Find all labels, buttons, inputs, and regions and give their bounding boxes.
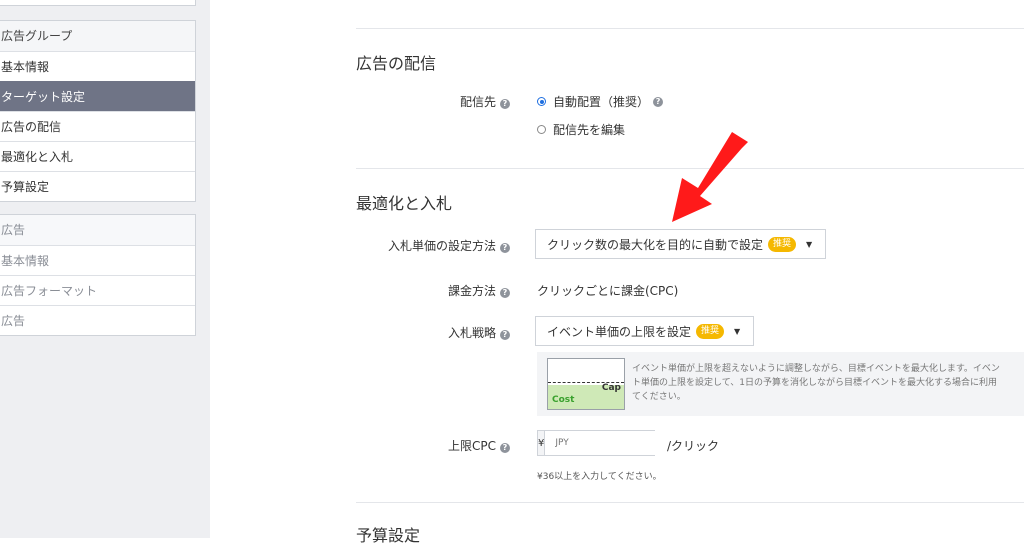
cpc-suffix: /クリック (667, 439, 720, 453)
description-line: ト単価の上限を設定して、1日の予算を消化しながら目標イベントを最大化する場合に利… (632, 378, 998, 388)
bid-strategy-label-text: 入札戦略 (447, 326, 496, 340)
cap-cpc-input-group: ¥ (537, 430, 678, 456)
section-title-optimization: 最適化と入札 (356, 194, 453, 213)
description-line: イベント単価が上限を超えないように調整しながら、目標イベントを最大化します。イベ… (632, 364, 1000, 374)
nav-item-ad-format[interactable]: 広告フォーマット (0, 275, 195, 305)
divider-top (356, 28, 1024, 29)
section-title-budget: 予算設定 (356, 526, 421, 545)
section-title-delivery: 広告の配信 (356, 54, 437, 73)
cap-cpc-label-text: 上限CPC (448, 439, 496, 453)
nav-header-adgroup[interactable]: 広告グループ (0, 21, 195, 51)
help-icon[interactable]: ? (500, 330, 510, 340)
nav-group-ad: 広告 基本情報 広告フォーマット 広告 (0, 214, 196, 336)
bid-strategy-description: イベント単価が上限を超えないように調整しながら、目標イベントを最大化します。イベ… (632, 362, 1000, 404)
nav-item-ad[interactable]: 広告 (0, 305, 195, 335)
radio-auto-placement-label: 自動配置（推奨） (553, 95, 650, 109)
annotation-arrow-icon (672, 132, 748, 222)
nav-item-targeting[interactable]: ターゲット設定 (0, 81, 195, 111)
chevron-down-icon[interactable]: ▼ (734, 327, 740, 336)
nav-item-budget[interactable]: 予算設定 (0, 171, 195, 201)
help-icon[interactable]: ? (500, 288, 510, 298)
cap-cpc-input[interactable] (545, 431, 678, 455)
bid-method-select[interactable]: クリック数の最大化を目的に自動で設定 推奨 ▼ (535, 229, 826, 259)
currency-prefix: ¥ (538, 431, 546, 455)
nav-item-ad-basic-info[interactable]: 基本情報 (0, 245, 195, 275)
nav-item-optimization[interactable]: 最適化と入札 (0, 141, 195, 171)
nav-group-adgroup: 広告グループ 基本情報 ターゲット設定 広告の配信 最適化と入札 予算設定 (0, 20, 196, 202)
description-line: てください。 (632, 392, 686, 402)
bid-method-label-text: 入札単価の設定方法 (387, 239, 496, 253)
billing-value: クリックごとに課金(CPC) (537, 284, 679, 298)
recommended-badge: 推奨 (768, 236, 797, 252)
radio-edit-placement[interactable]: 配信先を編集 (537, 121, 625, 138)
bid-method-value: クリック数の最大化を目的に自動で設定 (547, 237, 764, 252)
bid-strategy-select[interactable]: イベント単価の上限を設定 推奨 ▼ (535, 316, 754, 346)
nav-item-delivery[interactable]: 広告の配信 (0, 111, 195, 141)
diagram-cost-label: Cost (552, 395, 575, 405)
radio-auto-placement[interactable]: 自動配置（推奨） ? (537, 93, 664, 110)
bid-strategy-label: 入札戦略? (210, 324, 510, 341)
help-icon[interactable]: ? (500, 99, 510, 109)
sidebar-top-stub (0, 0, 196, 6)
help-icon[interactable]: ? (500, 443, 510, 453)
cap-cpc-label: 上限CPC? (210, 437, 510, 454)
bid-method-label: 入札単価の設定方法? (210, 237, 510, 254)
delivery-label: 配信先? (210, 93, 510, 110)
cpc-hint: ¥36以上を入力してください。 (537, 472, 662, 482)
help-icon[interactable]: ? (653, 96, 664, 107)
billing-label-text: 課金方法 (447, 284, 496, 298)
billing-label: 課金方法? (210, 282, 510, 299)
recommended-badge: 推奨 (696, 323, 725, 339)
radio-selected-icon[interactable] (537, 97, 546, 106)
bid-strategy-value: イベント単価の上限を設定 (547, 324, 692, 339)
bid-strategy-info-box: Cost Cap イベント単価が上限を超えないように調整しながら、目標イベントを… (537, 352, 1024, 416)
nav-header-ad[interactable]: 広告 (0, 215, 195, 245)
divider-optimization (356, 502, 1024, 503)
radio-edit-placement-label: 配信先を編集 (553, 123, 626, 137)
help-icon[interactable]: ? (500, 243, 510, 253)
delivery-label-text: 配信先 (459, 95, 496, 109)
diagram-cap-label: Cap (601, 383, 621, 393)
radio-unselected-icon[interactable] (537, 125, 546, 134)
nav-item-basic-info[interactable]: 基本情報 (0, 51, 195, 81)
main-content: 広告の配信 配信先? 自動配置（推奨） ? 配信先を編集 最適化と入札 入札単価… (210, 0, 1024, 545)
chevron-down-icon[interactable]: ▼ (806, 240, 812, 249)
cost-cap-diagram: Cost Cap (547, 358, 625, 410)
sidebar: 広告グループ 基本情報 ターゲット設定 広告の配信 最適化と入札 予算設定 広告… (0, 0, 210, 538)
